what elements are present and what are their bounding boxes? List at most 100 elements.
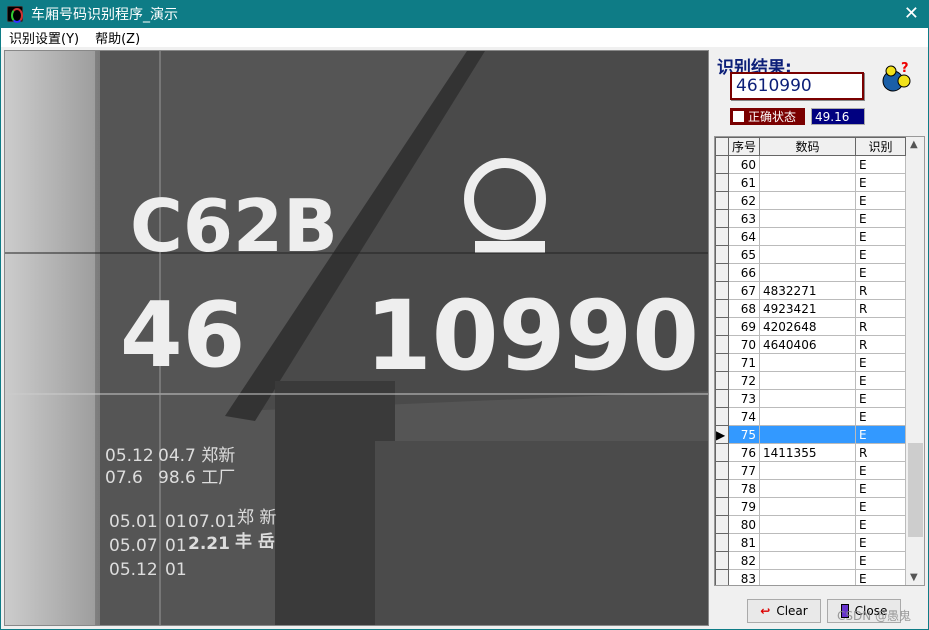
cell-code[interactable] (759, 245, 857, 264)
cell-code[interactable] (759, 425, 857, 444)
table-row[interactable]: 77 E (715, 461, 907, 480)
cell-recognition[interactable]: E (855, 479, 907, 498)
cell-number[interactable]: 83 (727, 569, 761, 585)
cell-recognition[interactable]: E (855, 515, 907, 534)
cell-number[interactable]: 78 (727, 479, 761, 498)
checkbox-box[interactable] (733, 111, 744, 122)
row-indicator[interactable] (715, 209, 729, 228)
cell-number[interactable]: 75 (727, 425, 761, 444)
row-indicator[interactable] (715, 155, 729, 174)
cell-code[interactable] (759, 191, 857, 210)
cell-number[interactable]: 80 (727, 515, 761, 534)
row-indicator[interactable] (715, 173, 729, 192)
cell-code[interactable] (759, 533, 857, 552)
menu-recognition-settings[interactable]: 识别设置(Y) (1, 28, 87, 47)
cell-number[interactable]: 82 (727, 551, 761, 570)
cell-recognition[interactable]: E (855, 227, 907, 246)
cell-code[interactable]: 4202648 (759, 317, 857, 336)
table-row[interactable]: 69 4202648 R (715, 317, 907, 336)
scroll-down-icon[interactable]: ▼ (910, 572, 918, 583)
table-row[interactable]: 65 E (715, 245, 907, 264)
cell-recognition[interactable]: E (855, 569, 907, 585)
cell-recognition[interactable]: E (855, 245, 907, 264)
cell-code[interactable] (759, 389, 857, 408)
cell-number[interactable]: 67 (727, 281, 761, 300)
table-row[interactable]: 60 E (715, 155, 907, 174)
row-indicator[interactable] (715, 515, 729, 534)
cell-recognition[interactable]: E (855, 371, 907, 390)
cell-code[interactable] (759, 209, 857, 228)
cell-code[interactable] (759, 353, 857, 372)
cell-code[interactable] (759, 371, 857, 390)
cell-number[interactable]: 60 (727, 155, 761, 174)
scroll-up-icon[interactable]: ▲ (910, 139, 918, 150)
table-row[interactable]: 63 E (715, 209, 907, 228)
table-row[interactable]: 61 E (715, 173, 907, 192)
table-row[interactable]: 68 4923421 R (715, 299, 907, 318)
row-indicator[interactable] (715, 443, 729, 462)
cell-recognition[interactable]: E (855, 191, 907, 210)
row-indicator[interactable] (715, 317, 729, 336)
row-indicator[interactable] (715, 407, 729, 426)
cell-number[interactable]: 66 (727, 263, 761, 282)
cell-code[interactable] (759, 461, 857, 480)
scrollbar-thumb[interactable] (908, 443, 923, 537)
table-row[interactable]: 83 E (715, 569, 907, 585)
cell-code[interactable] (759, 551, 857, 570)
row-indicator[interactable] (715, 389, 729, 408)
cell-recognition[interactable]: R (855, 443, 907, 462)
cell-recognition[interactable]: E (855, 551, 907, 570)
cell-number[interactable]: 73 (727, 389, 761, 408)
cell-code[interactable]: 4832271 (759, 281, 857, 300)
table-row[interactable]: ▶ 75 E (715, 425, 907, 444)
cell-code[interactable] (759, 263, 857, 282)
row-indicator[interactable] (715, 551, 729, 570)
cell-recognition[interactable]: R (855, 281, 907, 300)
row-indicator[interactable] (715, 227, 729, 246)
cell-recognition[interactable]: E (855, 173, 907, 192)
table-row[interactable]: 66 E (715, 263, 907, 282)
table-row[interactable]: 81 E (715, 533, 907, 552)
cell-code[interactable]: 4923421 (759, 299, 857, 318)
table-row[interactable]: 70 4640406 R (715, 335, 907, 354)
row-indicator[interactable] (715, 479, 729, 498)
menu-help[interactable]: 帮助(Z) (87, 28, 148, 47)
cell-recognition[interactable]: E (855, 209, 907, 228)
cell-recognition[interactable]: R (855, 317, 907, 336)
row-indicator[interactable] (715, 461, 729, 480)
row-indicator[interactable] (715, 191, 729, 210)
cell-code[interactable]: 1411355 (759, 443, 857, 462)
cell-number[interactable]: 61 (727, 173, 761, 192)
table-row[interactable]: 74 E (715, 407, 907, 426)
cell-number[interactable]: 79 (727, 497, 761, 516)
close-window-button[interactable]: ✕ (904, 3, 919, 24)
row-pointer-icon[interactable]: ▶ (715, 425, 729, 444)
cell-number[interactable]: 70 (727, 335, 761, 354)
cell-code[interactable] (759, 227, 857, 246)
column-header-recognition[interactable]: 识别 (855, 137, 907, 156)
clear-button[interactable]: ↩ Clear (747, 599, 821, 623)
cell-number[interactable]: 71 (727, 353, 761, 372)
cell-code[interactable] (759, 479, 857, 498)
cell-recognition[interactable]: E (855, 353, 907, 372)
table-row[interactable]: 76 1411355 R (715, 443, 907, 462)
cell-code[interactable]: 4640406 (759, 335, 857, 354)
row-indicator[interactable] (715, 497, 729, 516)
row-indicator[interactable] (715, 533, 729, 552)
table-row[interactable]: 82 E (715, 551, 907, 570)
table-row[interactable]: 73 E (715, 389, 907, 408)
cell-number[interactable]: 63 (727, 209, 761, 228)
row-indicator[interactable] (715, 263, 729, 282)
close-button[interactable]: Close (827, 599, 901, 623)
cell-number[interactable]: 74 (727, 407, 761, 426)
cell-code[interactable] (759, 173, 857, 192)
table-row[interactable]: 62 E (715, 191, 907, 210)
cell-code[interactable] (759, 515, 857, 534)
row-indicator[interactable] (715, 353, 729, 372)
cell-recognition[interactable]: E (855, 407, 907, 426)
cell-recognition[interactable]: R (855, 335, 907, 354)
cell-code[interactable] (759, 497, 857, 516)
cell-number[interactable]: 77 (727, 461, 761, 480)
cell-recognition[interactable]: E (855, 533, 907, 552)
result-value-field[interactable]: 4610990 (730, 72, 864, 100)
